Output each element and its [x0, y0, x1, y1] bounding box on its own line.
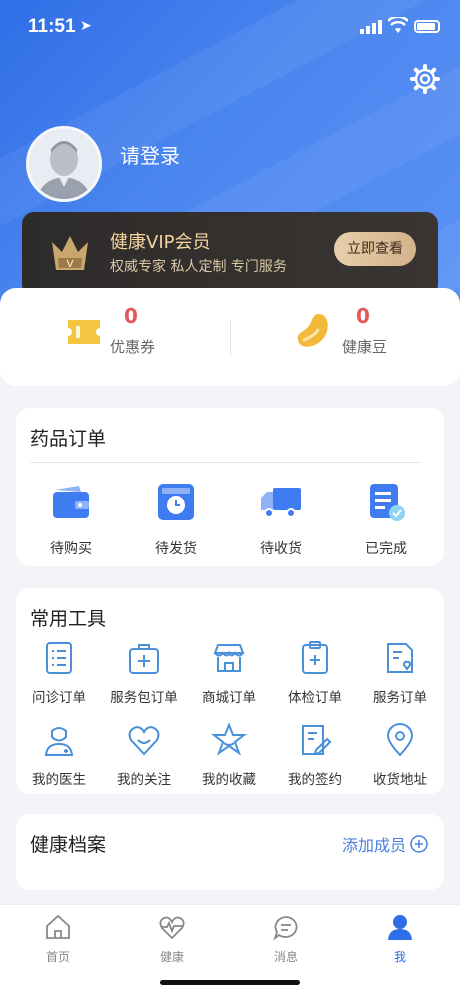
tab-label: 首页 — [45, 950, 70, 964]
coupon-entry[interactable]: 0 优惠券 — [30, 304, 230, 364]
tool-label: 我的收藏 — [202, 772, 256, 788]
order-pending-purchase[interactable]: 待购买 — [26, 480, 116, 558]
wifi-icon — [388, 17, 408, 33]
tab-messages[interactable]: 消息 — [256, 913, 316, 965]
tool-shipping-address[interactable]: 收货地址 — [357, 722, 443, 788]
bean-icon — [297, 313, 328, 347]
truck-icon — [261, 488, 301, 518]
tool-label: 商城订单 — [202, 690, 256, 706]
drug-orders-card: 药品订单 待购买 待发货 待收货 已完成 — [16, 408, 444, 566]
tool-label: 问诊订单 — [32, 690, 86, 706]
tool-label: 我的医生 — [32, 772, 86, 788]
health-archive-card: 健康档案 添加成员 — [16, 814, 444, 890]
plus-circle-icon — [410, 835, 428, 853]
tab-label: 消息 — [273, 950, 298, 964]
tool-label: 服务包订单 — [110, 690, 178, 706]
health-heart-icon — [159, 916, 185, 940]
tab-health[interactable]: 健康 — [142, 913, 202, 965]
drug-orders-title: 药品订单 — [30, 428, 107, 450]
tool-my-follows[interactable]: 我的关注 — [101, 722, 187, 788]
divider — [30, 462, 422, 463]
health-beans-entry[interactable]: 0 健康豆 — [256, 304, 456, 364]
order-label: 待购买 — [50, 541, 92, 557]
document-heart-icon — [387, 643, 413, 673]
health-beans-label: 健康豆 — [342, 338, 388, 356]
tab-label: 我 — [393, 950, 406, 964]
heart-icon — [128, 726, 160, 756]
add-member-label: 添加成员 — [341, 836, 406, 855]
tool-label: 我的关注 — [117, 772, 171, 788]
status-time: 11:51 — [28, 16, 76, 37]
tab-label: 健康 — [159, 950, 184, 964]
store-icon — [213, 644, 245, 672]
tool-mall-orders[interactable]: 商城订单 — [186, 640, 272, 706]
coupon-count: 0 — [124, 304, 138, 328]
order-pending-shipment[interactable]: 待发货 — [131, 480, 221, 558]
location-icon — [386, 723, 414, 757]
status-bar: 11:51 ➤ — [0, 14, 460, 44]
add-member-button[interactable]: 添加成员 — [342, 832, 428, 856]
order-pending-receipt[interactable]: 待收货 — [236, 480, 326, 558]
order-label: 待发货 — [155, 541, 197, 557]
tools-title: 常用工具 — [30, 608, 107, 630]
battery-icon — [414, 20, 440, 33]
crown-icon: V — [52, 236, 88, 270]
avatar[interactable] — [26, 126, 102, 202]
tab-me[interactable]: 我 — [370, 913, 430, 965]
order-label: 已完成 — [365, 541, 407, 557]
divider — [230, 320, 231, 356]
doctor-icon — [44, 727, 74, 756]
tool-label: 服务订单 — [373, 690, 427, 706]
home-indicator — [160, 980, 300, 985]
tool-my-favorites[interactable]: 我的收藏 — [186, 722, 272, 788]
medical-kit-icon — [129, 644, 159, 674]
default-user-icon — [37, 141, 91, 199]
tool-consult-orders[interactable]: 问诊订单 — [16, 640, 102, 706]
tab-home[interactable]: 首页 — [28, 913, 88, 965]
tool-my-doctor[interactable]: 我的医生 — [16, 722, 102, 788]
tool-service-package-orders[interactable]: 服务包订单 — [101, 640, 187, 706]
vip-badge-letter: V — [67, 259, 74, 270]
health-beans-count: 0 — [356, 304, 370, 328]
vip-view-button[interactable]: 立即查看 — [334, 232, 416, 266]
order-label: 待收货 — [260, 541, 302, 557]
coupon-label: 优惠券 — [110, 338, 156, 356]
signal-icon — [360, 20, 382, 34]
location-arrow-icon: ➤ — [80, 18, 92, 34]
clock-box-icon — [158, 484, 194, 520]
health-archive-title: 健康档案 — [30, 834, 107, 856]
login-link[interactable]: 请登录 — [120, 140, 180, 169]
tool-label: 收货地址 — [373, 772, 427, 788]
order-completed[interactable]: 已完成 — [341, 480, 431, 558]
vip-banner[interactable]: V 健康VIP会员 权威专家 私人定制 专门服务 立即查看 — [22, 212, 438, 296]
list-icon — [46, 642, 72, 674]
tool-my-contracts[interactable]: 我的签约 — [272, 722, 358, 788]
sign-icon — [302, 725, 332, 756]
tool-checkup-orders[interactable]: 体检订单 — [272, 640, 358, 706]
tools-card: 常用工具 问诊订单 服务包订单 商城订单 体检订单 服务订单 我的医生 我的关注… — [16, 588, 444, 794]
person-icon — [388, 915, 412, 940]
star-icon — [211, 722, 247, 756]
message-icon — [273, 916, 298, 941]
tool-service-orders[interactable]: 服务订单 — [357, 640, 443, 706]
vip-title: 健康VIP会员 — [110, 232, 211, 253]
clipboard-plus-icon — [302, 641, 328, 674]
wallet-icon — [53, 486, 89, 518]
coupon-icon — [68, 320, 100, 344]
benefits-card: 0 优惠券 0 健康豆 — [0, 288, 460, 386]
document-check-icon — [370, 484, 405, 521]
tool-label: 我的签约 — [288, 772, 342, 788]
tool-label: 体检订单 — [288, 690, 342, 706]
settings-gear-icon[interactable] — [410, 64, 440, 94]
vip-subtitle: 权威专家 私人定制 专门服务 — [110, 259, 287, 275]
home-icon — [46, 914, 70, 939]
